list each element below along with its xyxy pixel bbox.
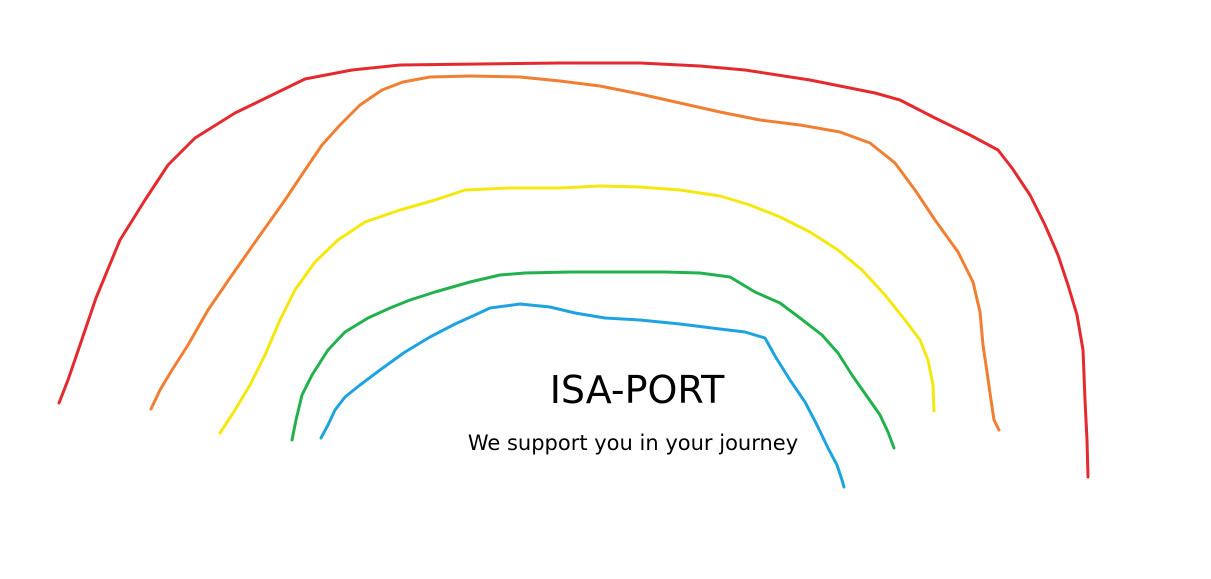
brand-title: ISA-PORT <box>549 368 725 412</box>
red-arc <box>57 61 1090 479</box>
green-arc <box>290 270 896 450</box>
tagline: We support you in your journey <box>467 431 799 455</box>
rainbow-drawing <box>57 61 1090 489</box>
